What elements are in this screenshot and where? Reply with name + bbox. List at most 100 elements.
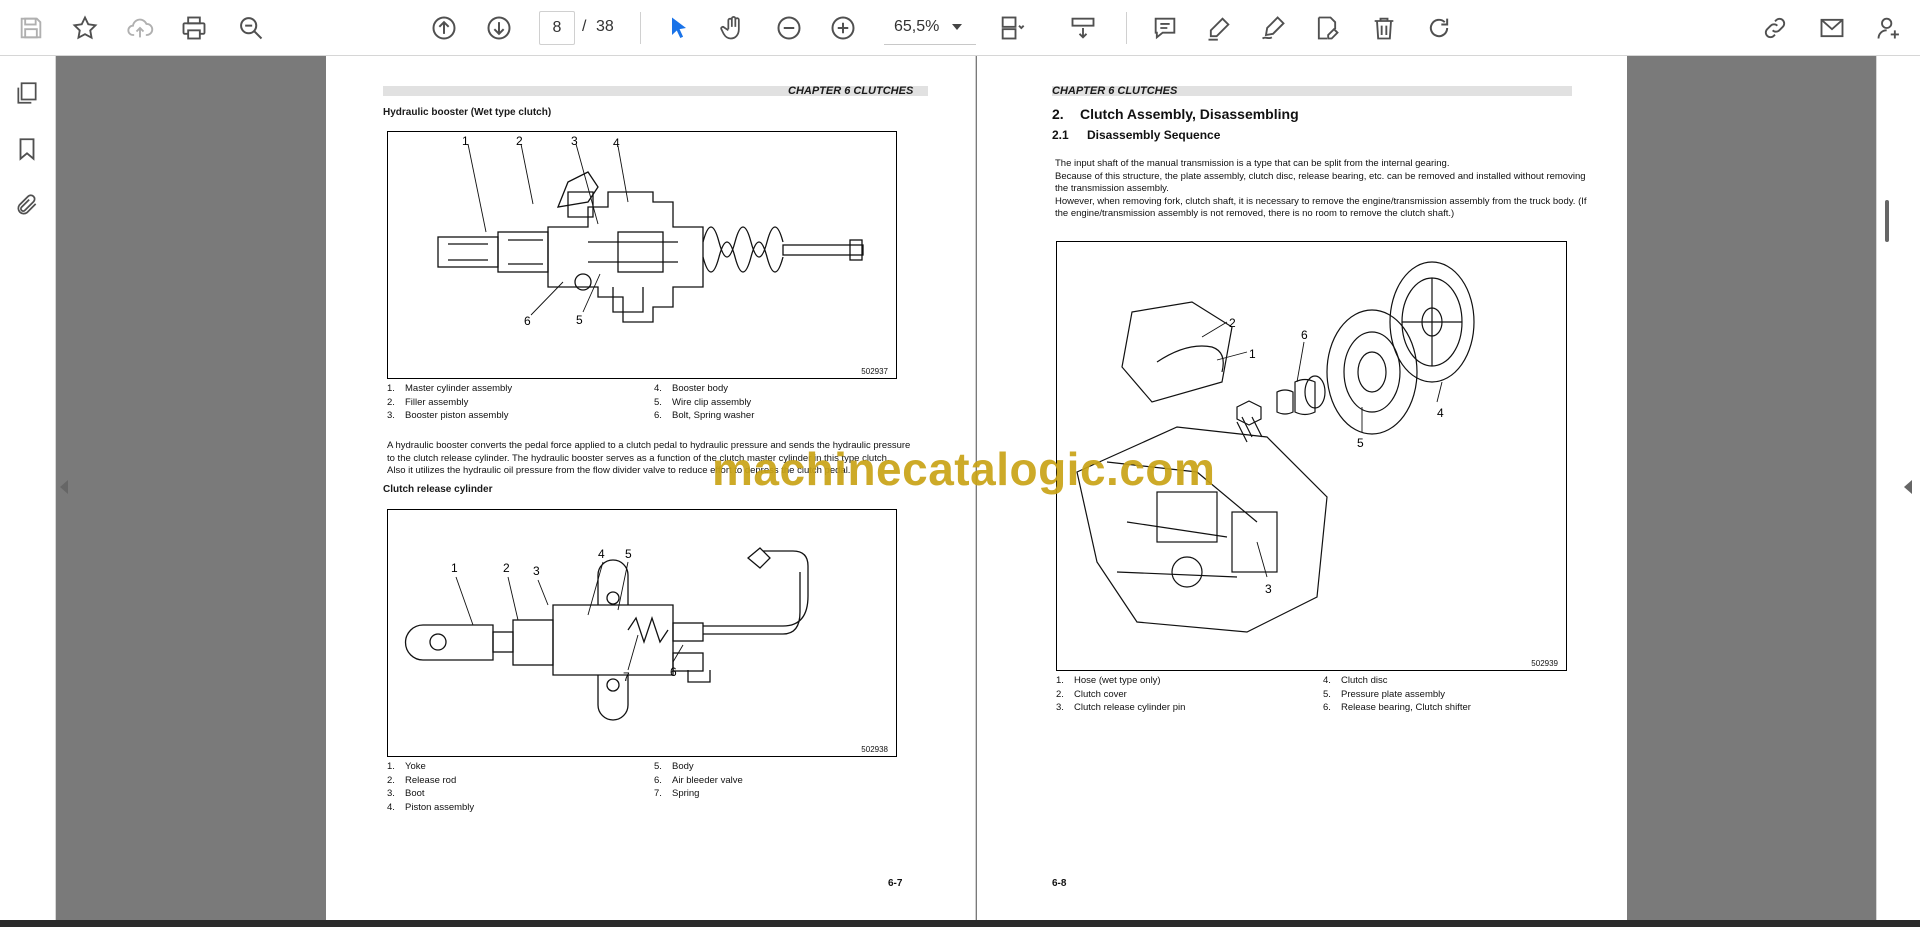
figure-callout: 2: [1229, 316, 1236, 330]
figure-code: 502939: [1531, 659, 1558, 668]
figure-callout: 6: [1301, 328, 1308, 342]
zoom-level-select[interactable]: 65,5%: [884, 11, 976, 45]
sign-icon[interactable]: [1310, 12, 1344, 44]
share-link-icon[interactable]: [1758, 12, 1792, 44]
legend-left-column: 1. Master cylinder assembly 2. Filler asse…: [387, 382, 647, 423]
hydraulic-booster-drawing: 1 2 3 4 5 6: [437, 134, 864, 328]
figure-callout: 2: [516, 134, 523, 148]
zoom-search-icon[interactable]: [234, 12, 268, 44]
section-title: Hydraulic booster (Wet type clutch): [383, 107, 552, 118]
figure-callout: 5: [625, 547, 632, 561]
section-title: Clutch release cylinder: [383, 484, 493, 495]
zoom-in-icon[interactable]: [826, 12, 860, 44]
figure-callout: 6: [670, 665, 677, 679]
left-navigation-pane: [0, 56, 56, 920]
legend-row: 7. Spring: [654, 788, 700, 799]
legend-row: 2. Clutch cover: [1056, 688, 1127, 700]
legend-right-column: 4. Booster body 5. Wire clip assembly 6. Bo…: [654, 382, 894, 423]
figure-callout: 4: [613, 136, 620, 150]
attachment-icon[interactable]: [10, 188, 44, 222]
legend-row: 2. Release rod: [387, 774, 457, 786]
figure-callout: 2: [503, 561, 510, 575]
zoom-out-icon[interactable]: [772, 12, 806, 44]
upload-cloud-icon[interactable]: [123, 12, 157, 44]
figure-callout: 7: [623, 670, 630, 684]
delete-icon[interactable]: [1367, 12, 1401, 44]
figure-callout: 4: [598, 547, 605, 561]
main-toolbar: 8 / 38 65,5%: [0, 0, 1920, 56]
clutch-release-cylinder-figure: 1 2 3 4 5 6 7 502938: [387, 509, 897, 757]
rotate-icon[interactable]: [1422, 12, 1456, 44]
current-page-input[interactable]: 8: [539, 11, 575, 45]
figure-callout: 3: [571, 134, 578, 148]
page-separator: /: [582, 18, 587, 35]
subheading-number: 2.1: [1052, 128, 1069, 142]
figure-callout: 5: [576, 313, 583, 327]
page-number: 6-7: [888, 878, 903, 889]
figure-code: 502937: [861, 367, 888, 376]
highlight-pen-icon[interactable]: [1202, 12, 1236, 44]
total-pages: 38: [596, 18, 614, 35]
legend-row: 6. Bolt, Spring washer: [654, 410, 755, 421]
print-icon[interactable]: [177, 12, 211, 44]
figure-callout: 5: [1357, 436, 1364, 450]
legend-row: 3. Boot: [387, 788, 425, 799]
vertical-scrollbar[interactable]: [1885, 200, 1889, 242]
legend-row: 5. Body: [654, 761, 694, 772]
legend-row: 5. Pressure plate assembly: [1323, 688, 1446, 700]
right-pane: [1876, 56, 1920, 920]
save-icon[interactable]: [14, 12, 48, 44]
figure-code: 502938: [861, 745, 888, 754]
legend-row: 3. Clutch release cylinder pin: [1056, 702, 1186, 713]
hand-icon[interactable]: [716, 12, 750, 44]
toolbar-divider: [640, 12, 641, 44]
collapse-left-pane-icon[interactable]: [60, 480, 68, 494]
draw-icon[interactable]: [1256, 12, 1290, 44]
chapter-header: CHAPTER 6 CLUTCHES: [788, 85, 914, 97]
figure-callout: 1: [451, 561, 458, 575]
legend-row: 1. Yoke: [387, 761, 426, 772]
select-cursor-icon[interactable]: [662, 12, 696, 44]
legend-right-column: 5. Body 6. Air bleeder valve 7. Spring: [654, 760, 894, 801]
hydraulic-booster-figure: 1 2 3 4 5 6 502937: [387, 131, 897, 379]
legend-left-column: 1. Yoke 2. Release rod 3. Boot 4. Piston ass…: [387, 760, 647, 814]
bookmark-icon[interactable]: [10, 132, 44, 166]
clutch-release-cylinder-drawing: 1 2 3 4 5 6 7: [404, 547, 809, 721]
bottom-edge: [0, 920, 1920, 927]
page-up-icon[interactable]: [427, 12, 461, 44]
legend-row: 4. Booster body: [654, 383, 728, 394]
legend-row: 5. Wire clip assembly: [654, 396, 752, 408]
legend-right-column: 4. Clutch disc 5. Pressure plate assembly …: [1323, 674, 1573, 715]
figure-callout: 4: [1437, 406, 1444, 420]
chapter-header: CHAPTER 6 CLUTCHES: [1052, 85, 1178, 97]
legend-left-column: 1. Hose (wet type only) 2. Clutch cover 3.…: [1056, 674, 1316, 715]
toolbar-divider: [1126, 12, 1127, 44]
section-heading: Clutch Assembly, Disassembling: [1080, 106, 1299, 122]
legend-row: 4. Clutch disc: [1323, 675, 1388, 686]
legend-row: 6. Release bearing, Clutch shifter: [1323, 702, 1471, 713]
email-icon[interactable]: [1815, 12, 1849, 44]
heading-number: 2.: [1052, 106, 1064, 122]
star-icon[interactable]: [68, 12, 102, 44]
subsection-heading: Disassembly Sequence: [1087, 128, 1221, 142]
scroll-mode-icon[interactable]: [1066, 12, 1100, 44]
add-user-icon[interactable]: [1872, 12, 1906, 44]
page-down-icon[interactable]: [482, 12, 516, 44]
legend-row: 4. Piston assembly: [387, 801, 475, 813]
figure-callout: 3: [1265, 582, 1272, 596]
watermark-text: machinecatalogic.com: [712, 443, 1216, 495]
page-layout-icon[interactable]: [995, 12, 1029, 44]
page-thumbnails-icon[interactable]: [10, 76, 44, 110]
legend-row: 1. Hose (wet type only): [1056, 675, 1161, 686]
legend-row: 1. Master cylinder assembly: [387, 383, 513, 394]
figure-callout: 1: [462, 134, 469, 148]
chevron-down-icon[interactable]: [952, 24, 962, 30]
collapse-right-pane-icon[interactable]: [1904, 480, 1912, 494]
figure-callout: 6: [524, 314, 531, 328]
legend-row: 6. Air bleeder valve: [654, 774, 743, 786]
comment-icon[interactable]: [1148, 12, 1182, 44]
figure-callout: 3: [533, 564, 540, 578]
body-paragraph: The input shaft of the manual transmissi…: [1055, 158, 1587, 219]
legend-row: 2. Filler assembly: [387, 396, 469, 408]
page-number: 6-8: [1052, 878, 1067, 889]
